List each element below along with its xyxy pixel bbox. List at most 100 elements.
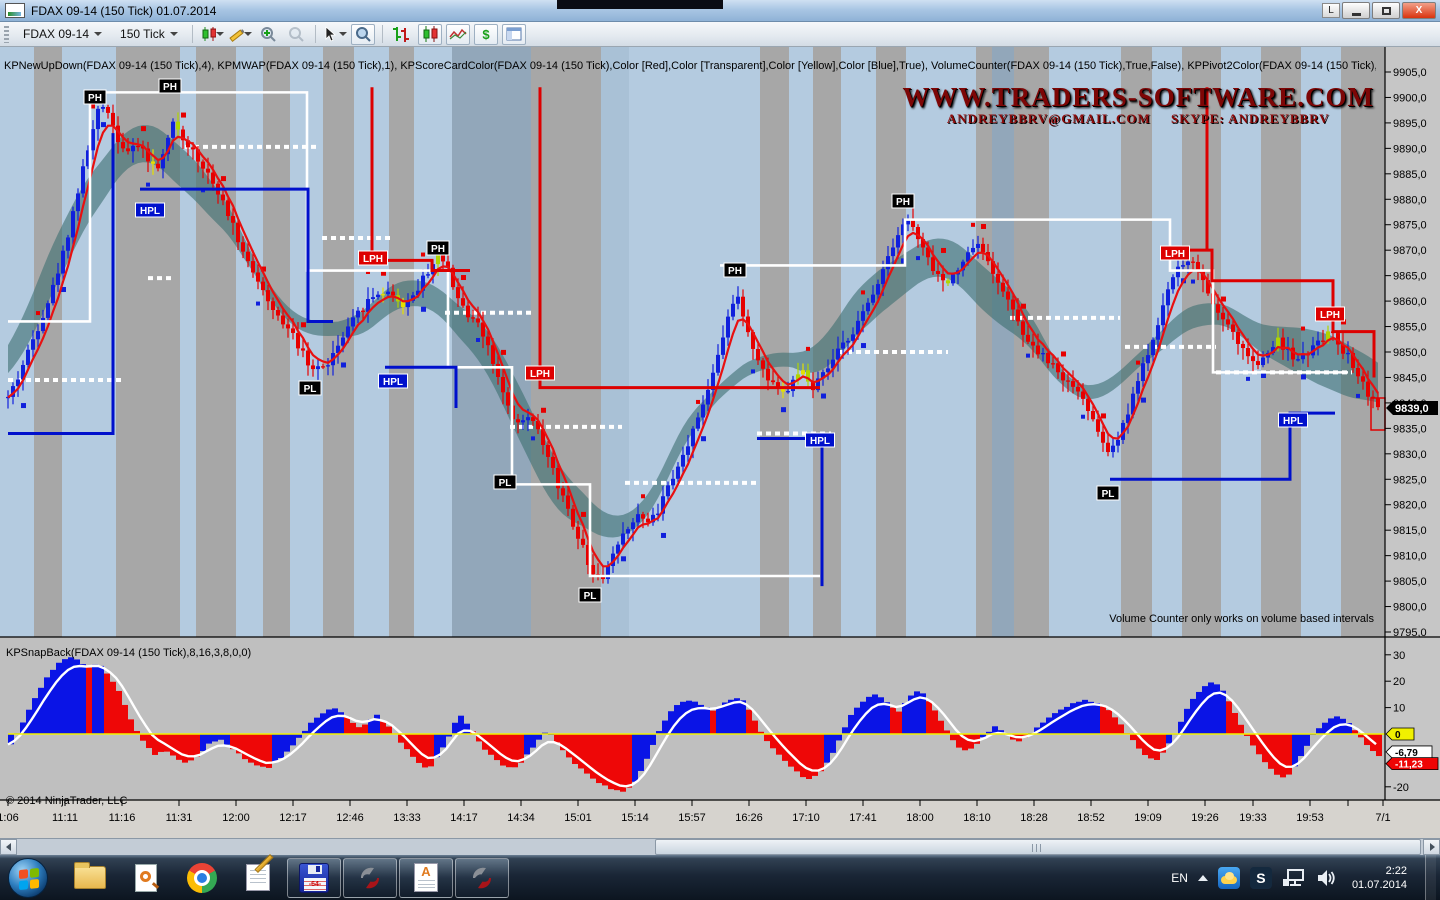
interval-dropdown[interactable]: 150 Tick (113, 24, 185, 44)
pan-button[interactable] (351, 24, 375, 45)
svg-text:PH: PH (163, 82, 177, 93)
watermark: WWW.TRADERS-SOFTWARE.COM ANDREYBBRV@GMAI… (902, 83, 1374, 127)
instrument-dropdown[interactable]: FDAX 09-14 (16, 24, 109, 44)
svg-text:9855,0: 9855,0 (1393, 322, 1427, 334)
scroll-left-button[interactable] (0, 839, 17, 855)
svg-text:14:34: 14:34 (507, 812, 535, 824)
instrument-label: FDAX 09-14 (23, 27, 89, 41)
watermark-contacts: ANDREYBBRV@GMAIL.COM SKYPE: ANDREYBBRV (902, 111, 1374, 127)
chart-style-line-button[interactable] (446, 24, 470, 45)
start-button[interactable] (8, 858, 48, 898)
zoom-out-button[interactable] (284, 24, 308, 45)
ninjatrader-logo-icon (467, 863, 497, 893)
svg-text:LPH: LPH (1165, 249, 1185, 260)
cursor-button[interactable] (323, 24, 347, 45)
line-style-icon (449, 27, 467, 41)
network-icon[interactable] (1282, 867, 1306, 889)
drawing-tools-button[interactable] (228, 24, 252, 45)
skype-tray-icon[interactable]: S (1250, 867, 1272, 889)
toolbar-separator (192, 25, 193, 43)
svg-text:9850,0: 9850,0 (1393, 347, 1427, 359)
clock-time: 2:22 (1352, 864, 1407, 878)
cloud-tray-icon[interactable] (1218, 867, 1240, 889)
pencil-icon (228, 26, 244, 42)
svg-text:HPL: HPL (383, 377, 403, 388)
toolbar-grip[interactable] (4, 26, 9, 43)
svg-text:-11,23: -11,23 (1395, 760, 1423, 771)
chart-area[interactable]: PHPHPHPHPHPLPLPLPLHPLHPLHPLHPLLPHLPHLPHL… (0, 47, 1440, 838)
svg-text:12:00: 12:00 (222, 812, 250, 824)
magnifier-icon (355, 26, 371, 42)
scroll-right-button[interactable] (1423, 839, 1440, 855)
svg-text:-20: -20 (1393, 782, 1409, 794)
oscillator-parameter-label: KPSnapBack(FDAX 09-14 (150 Tick),8,16,3,… (6, 647, 251, 659)
chart-style-bars-button[interactable] (390, 24, 414, 45)
taskbar-script-editor-button[interactable]: A (399, 858, 453, 898)
ninjatrader-logo-icon (355, 863, 385, 893)
taskbar-ninjatrader2-button[interactable] (455, 858, 509, 898)
taskbar-notepad-button[interactable] (231, 858, 285, 898)
search-icon (140, 871, 151, 882)
chart-style-candles-button[interactable] (418, 24, 442, 45)
svg-text:15:01: 15:01 (564, 812, 592, 824)
svg-text:9885,0: 9885,0 (1393, 169, 1427, 181)
restore-button[interactable] (1372, 2, 1400, 19)
scrollbar-grip (1032, 844, 1044, 852)
svg-text:$: $ (482, 27, 490, 41)
svg-text:19:09: 19:09 (1134, 812, 1162, 824)
svg-text:11:31: 11:31 (166, 812, 193, 824)
taskbar-clock[interactable]: 2:22 01.07.2014 (1352, 864, 1407, 892)
horizontal-scrollbar[interactable] (0, 838, 1440, 855)
taskbar-save-app-button[interactable]: -64- (287, 858, 341, 898)
top-black-strip (557, 0, 723, 9)
svg-text:18:00: 18:00 (906, 812, 934, 824)
show-desktop-button[interactable] (1425, 855, 1436, 900)
arrow-left-icon (5, 843, 13, 851)
svg-text:9870,0: 9870,0 (1393, 245, 1427, 257)
svg-text:LPH: LPH (1320, 310, 1340, 321)
svg-text:15:14: 15:14 (621, 812, 649, 824)
cursor-icon (323, 26, 339, 42)
data-grid-button[interactable] (502, 24, 526, 45)
chart-canvas[interactable]: PHPHPHPHPHPLPLPLPLHPLHPLHPLHPLLPHLPHLPHL… (0, 47, 1440, 838)
svg-text:HPL: HPL (810, 436, 830, 447)
svg-text:9825,0: 9825,0 (1393, 474, 1427, 486)
chevron-down-icon (216, 32, 224, 36)
svg-text:9860,0: 9860,0 (1393, 296, 1427, 308)
taskbar-search-button[interactable] (119, 858, 173, 898)
svg-text:20: 20 (1393, 676, 1405, 688)
svg-text:9800,0: 9800,0 (1393, 602, 1427, 614)
last-price-marker: 9839,0 (1395, 403, 1429, 415)
candlestick-icon (200, 26, 216, 42)
language-indicator[interactable]: EN (1171, 871, 1188, 885)
show-hidden-icons-button[interactable] (1198, 875, 1208, 881)
minimize-button[interactable] (1342, 2, 1370, 19)
search-document-icon (135, 864, 157, 892)
svg-text:9905,0: 9905,0 (1393, 67, 1427, 79)
chrome-icon (187, 863, 217, 893)
svg-text:0: 0 (1395, 730, 1401, 741)
zoom-in-button[interactable] (256, 24, 280, 45)
svg-text:7/1: 7/1 (1375, 812, 1390, 824)
svg-text:9830,0: 9830,0 (1393, 449, 1427, 461)
chevron-down-icon (339, 32, 347, 36)
svg-text:19:26: 19:26 (1191, 812, 1219, 824)
svg-text:PH: PH (728, 266, 742, 277)
scrollbar-thumb[interactable] (655, 839, 1421, 855)
window-title: FDAX 09-14 (150 Tick) 01.07.2014 (31, 4, 216, 18)
candles-style-icon (421, 26, 439, 42)
taskbar-ninjatrader-button[interactable] (343, 858, 397, 898)
grid-icon (506, 27, 522, 41)
taskbar-explorer-button[interactable] (63, 858, 117, 898)
svg-text:9820,0: 9820,0 (1393, 500, 1427, 512)
taskbar-chrome-button[interactable] (175, 858, 229, 898)
svg-text:13:33: 13:33 (393, 812, 421, 824)
account-dollar-button[interactable]: $ (474, 24, 498, 45)
folder-icon (74, 866, 106, 889)
close-button[interactable]: X (1402, 2, 1436, 19)
lock-button[interactable]: L (1322, 3, 1340, 18)
svg-text:9795,0: 9795,0 (1393, 627, 1427, 639)
svg-text:12:17: 12:17 (279, 812, 307, 824)
candle-style-button[interactable] (200, 24, 224, 45)
speaker-icon[interactable] (1316, 868, 1338, 888)
